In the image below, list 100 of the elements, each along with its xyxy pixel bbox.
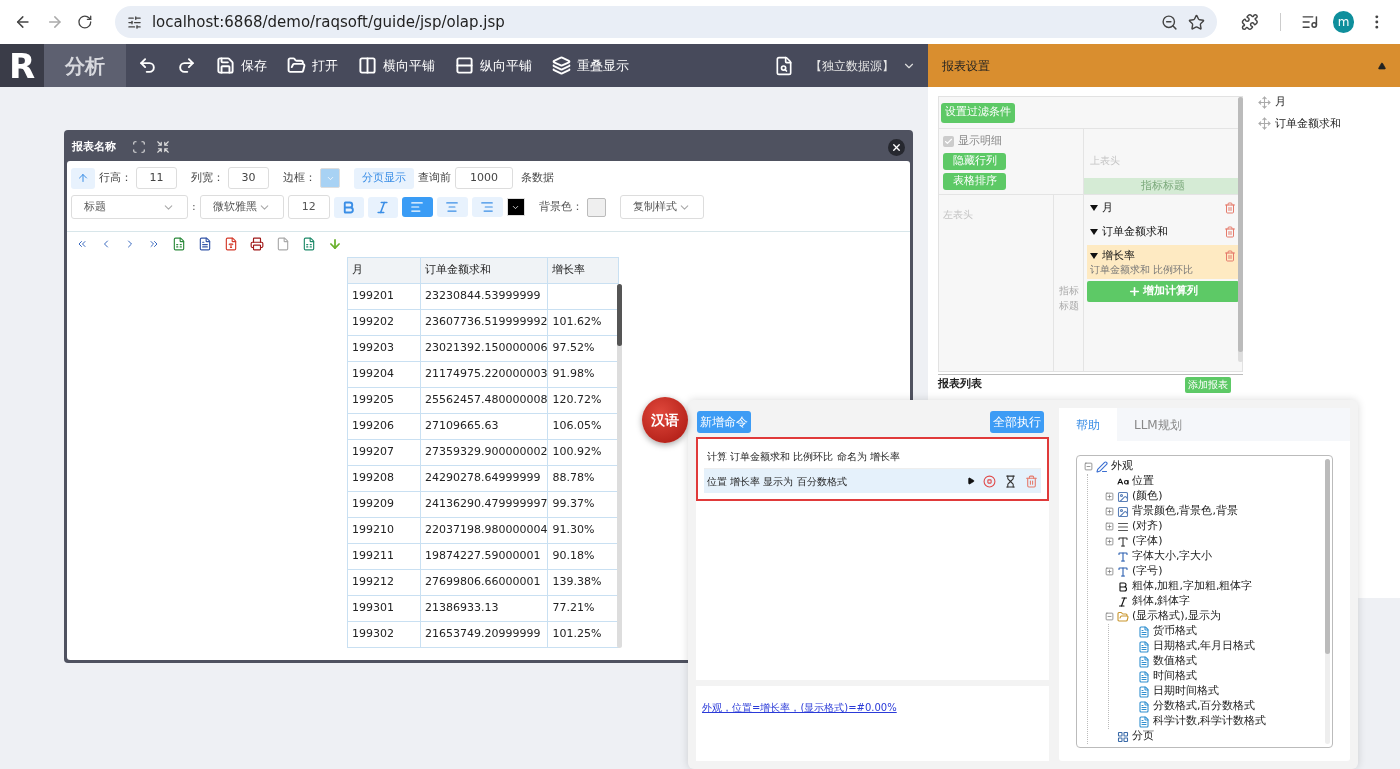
tree-item[interactable]: 日期时间格式 <box>1153 683 1219 700</box>
close-button[interactable] <box>888 138 905 156</box>
reload-icon[interactable] <box>77 14 93 30</box>
tree-item[interactable]: 背景颜色,背景色,背景 <box>1132 503 1238 520</box>
style-select[interactable]: 标题 <box>71 195 188 219</box>
tree-item[interactable]: 货币格式 <box>1153 623 1197 640</box>
field-item[interactable]: 月 <box>1275 94 1286 111</box>
media-icon[interactable] <box>1301 13 1319 31</box>
delete-icon[interactable] <box>1224 202 1236 214</box>
tree-item[interactable]: 分数格式,百分数格式 <box>1153 698 1256 715</box>
drag-handle-icon[interactable] <box>1258 95 1271 109</box>
play-icon[interactable] <box>967 477 975 485</box>
copy-style-select[interactable]: 复制样式 <box>619 195 704 219</box>
italic-button[interactable] <box>367 196 398 218</box>
print-icon[interactable] <box>250 237 264 251</box>
delete-icon[interactable] <box>1224 226 1236 238</box>
tab[interactable]: LLM规划 <box>1117 408 1199 441</box>
tree-item[interactable]: (字号) <box>1132 563 1163 580</box>
align-button[interactable] <box>436 197 468 217</box>
column-width-field[interactable]: 30 <box>228 167 269 189</box>
checkbox-label: 显示明细 <box>958 133 1002 149</box>
toolbar-button[interactable]: 纵向平铺 <box>455 55 532 76</box>
stop-icon[interactable] <box>983 474 996 488</box>
field-label: 查询前 <box>418 169 451 186</box>
pdf-export-icon[interactable] <box>224 237 238 251</box>
extensions-icon[interactable] <box>1240 13 1259 31</box>
detail-checkbox[interactable] <box>943 135 954 147</box>
tree-item[interactable]: 数值格式 <box>1153 653 1197 670</box>
text-export-icon[interactable] <box>276 237 290 251</box>
row-limit-field[interactable]: 1000 <box>455 167 513 189</box>
text-color-picker[interactable] <box>506 198 525 216</box>
toolbar-button[interactable]: 重叠显示 <box>552 55 629 76</box>
bookmark-icon[interactable] <box>1187 13 1205 31</box>
collapse-icon[interactable] <box>1104 612 1114 621</box>
table-cell: 199209 <box>347 491 421 518</box>
tree-item[interactable]: 时间格式 <box>1153 668 1197 685</box>
tab[interactable]: 帮助 <box>1059 408 1117 441</box>
hourglass-icon[interactable] <box>1004 474 1017 488</box>
last-page-icon[interactable] <box>148 238 160 250</box>
field-item[interactable]: 订单金额求和 <box>1275 115 1341 132</box>
column-header: 月 <box>347 257 421 284</box>
tree-item[interactable]: 科学计数,科学计数格式 <box>1153 713 1267 730</box>
font-size-field[interactable]: 12 <box>287 195 330 219</box>
undo-icon[interactable] <box>138 56 157 75</box>
folder-icon <box>1117 610 1129 623</box>
indicator-item[interactable]: 增长率 订单金额求和 比例环比 <box>1087 245 1239 279</box>
formula-link[interactable]: 外观，位置=增长率，(显示格式)=#0.00% <box>702 702 897 713</box>
expand-icon[interactable] <box>1104 507 1114 516</box>
tree-item[interactable]: (对齐) <box>1132 518 1163 535</box>
report-search-icon[interactable] <box>774 55 794 76</box>
align-button[interactable] <box>401 197 433 217</box>
download-icon[interactable] <box>328 237 342 251</box>
table-cell: 27699806.66000001 <box>420 569 548 596</box>
command-row[interactable]: 位置 增长率 显示为 百分数格式 <box>704 469 1041 493</box>
redo-icon[interactable] <box>177 56 196 75</box>
expand-icon[interactable] <box>1104 567 1114 576</box>
word-export-icon[interactable] <box>198 237 212 251</box>
tree-item[interactable]: 分页 <box>1132 728 1154 745</box>
tree-item[interactable]: 位置 <box>1132 473 1154 490</box>
toolbar-button[interactable]: 横向平铺 <box>358 55 435 76</box>
csv-export-icon[interactable] <box>302 237 316 251</box>
first-page-icon[interactable] <box>76 238 88 250</box>
italic-icon <box>1117 595 1129 608</box>
expand-icon[interactable] <box>1104 492 1114 501</box>
delete-icon[interactable] <box>1025 474 1038 488</box>
site-settings-icon[interactable] <box>126 14 142 30</box>
tree-item[interactable]: 日期格式,年月日格式 <box>1153 638 1256 655</box>
indicator-item[interactable]: 订单金额求和 <box>1087 221 1239 243</box>
expand-icon[interactable] <box>1104 537 1114 546</box>
tree-item[interactable]: (字体) <box>1132 533 1163 550</box>
collapse-icon[interactable] <box>1378 61 1386 70</box>
excel-export-icon[interactable] <box>172 237 186 251</box>
row-height-field[interactable]: 11 <box>136 167 177 189</box>
tree-item[interactable]: (显示格式),显示为 <box>1132 608 1222 625</box>
delete-icon[interactable] <box>1224 250 1236 262</box>
expand-icon[interactable] <box>1104 522 1114 531</box>
indicator-item[interactable]: 月 <box>1087 197 1239 219</box>
expand-icon[interactable] <box>132 140 146 154</box>
background-color-picker[interactable] <box>586 197 606 217</box>
drag-handle-icon[interactable] <box>1258 117 1271 131</box>
collapse-icon[interactable] <box>1083 462 1093 471</box>
address-bar[interactable]: localhost:6868/demo/raqsoft/guide/jsp/olap.jsp <box>114 6 1217 38</box>
border-color-picker[interactable] <box>320 168 340 188</box>
align-icon <box>1117 520 1129 533</box>
shrink-icon[interactable] <box>156 140 170 154</box>
toolbar-button[interactable]: 保存 <box>216 55 267 76</box>
tree-item[interactable]: 粗体,加粗,字加粗,粗体字 <box>1132 578 1253 595</box>
grid-icon <box>1117 730 1129 743</box>
back-icon[interactable] <box>14 13 32 31</box>
datasource-dropdown[interactable]: 【独立数据源】 <box>810 56 916 75</box>
tree-item[interactable]: 字体大小,字大小 <box>1132 548 1213 565</box>
zoom-icon[interactable] <box>1160 13 1178 31</box>
tree-item[interactable]: 外观 <box>1111 458 1133 475</box>
profile-avatar[interactable]: m <box>1332 11 1355 33</box>
font-select[interactable]: 微软雅黑 <box>199 195 284 219</box>
toolbar-button[interactable]: 打开 <box>287 55 338 76</box>
tree-item[interactable]: 斜体,斜体字 <box>1132 593 1191 610</box>
bold-button[interactable] <box>333 196 364 218</box>
tree-item[interactable]: (颜色) <box>1132 488 1163 505</box>
up-button[interactable] <box>71 167 95 189</box>
